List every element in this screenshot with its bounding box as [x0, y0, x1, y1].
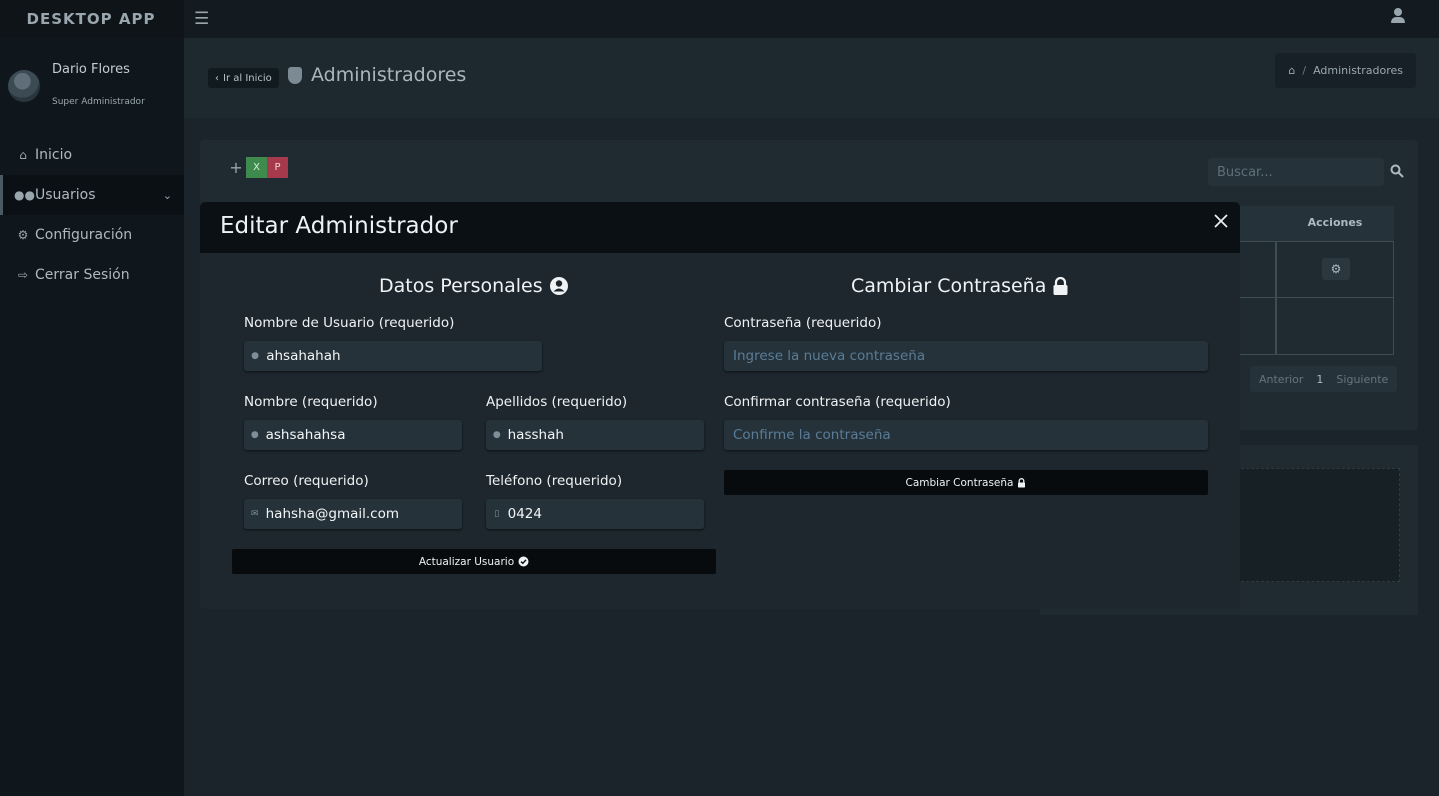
gear-icon: ⚙	[17, 228, 29, 242]
change-password-title: Cambiar Contraseña	[851, 275, 1069, 297]
user-name: Dario Flores	[52, 62, 130, 77]
sidebar-item-label: Usuarios	[35, 187, 96, 203]
export-excel-button[interactable]: X	[246, 157, 267, 178]
personal-data-title-text: Datos Personales	[379, 275, 543, 297]
new-password-input[interactable]	[724, 348, 1208, 364]
user-panel: Dario Flores Super Administrador	[0, 58, 184, 118]
page-title: Administradores	[311, 64, 467, 86]
phone-icon: ▯	[494, 509, 500, 519]
modal-title: Editar Administrador	[220, 213, 458, 239]
modal-header: Editar Administrador	[200, 202, 1240, 253]
close-icon[interactable]	[1214, 214, 1228, 228]
breadcrumb: ⌂ / Administradores	[1275, 53, 1416, 88]
confirm-password-input[interactable]	[724, 427, 1208, 443]
update-user-button[interactable]: Actualizar Usuario	[232, 549, 716, 574]
content-header: ‹ Ir al Inicio Administradores ⌂ / Admin…	[184, 38, 1439, 118]
topbar: ☰	[184, 0, 1439, 38]
sidebar-nav: ⌂ Inicio ●● Usuarios ⌄ ⚙ Configuración ⇨…	[0, 135, 184, 295]
username-field[interactable]: ●	[244, 341, 542, 371]
lock-icon	[1018, 477, 1026, 487]
phone-label: Teléfono (requerido)	[486, 473, 623, 489]
menu-toggle-icon[interactable]: ☰	[194, 9, 209, 29]
confirm-password-field[interactable]	[724, 420, 1208, 450]
first-name-field[interactable]: ●	[244, 420, 462, 450]
confirm-password-label: Confirmar contraseña (requerido)	[724, 394, 951, 410]
first-name-label: Nombre (requerido)	[244, 394, 378, 410]
last-name-label: Apellidos (requerido)	[486, 394, 628, 410]
avatar	[8, 70, 40, 102]
pagination-prev[interactable]: Anterior	[1250, 373, 1312, 386]
chevron-left-icon: ‹	[215, 72, 219, 84]
export-pdf-button[interactable]: P	[267, 157, 288, 178]
email-label: Correo (requerido)	[244, 473, 369, 489]
phone-input[interactable]	[507, 506, 704, 522]
gear-icon: ⚙	[1330, 262, 1342, 276]
user-icon: ●	[250, 430, 259, 440]
user-menu-icon[interactable]	[1391, 8, 1405, 24]
sidebar-item-configuracion[interactable]: ⚙ Configuración	[0, 215, 184, 255]
first-name-input[interactable]	[265, 427, 462, 443]
update-user-button-label: Actualizar Usuario	[418, 555, 515, 568]
sidebar-item-label: Configuración	[35, 227, 133, 243]
change-password-button-label: Cambiar Contraseña	[905, 476, 1014, 489]
check-circle-icon	[518, 556, 529, 567]
column-header-acciones: Acciones	[1307, 216, 1363, 229]
user-circle-icon	[549, 277, 568, 295]
sidebar: DESKTOP APP Dario Flores Super Administr…	[0, 0, 184, 796]
new-password-field[interactable]	[724, 341, 1208, 371]
brand-logo[interactable]: DESKTOP APP	[0, 0, 184, 38]
back-to-home-button[interactable]: ‹ Ir al Inicio	[208, 68, 279, 88]
last-name-input[interactable]	[507, 427, 704, 443]
home-icon[interactable]: ⌂	[1288, 64, 1295, 77]
user-icon: ●	[251, 351, 260, 361]
user-role: Super Administrador	[52, 97, 145, 107]
users-icon: ●●	[14, 188, 35, 202]
user-icon: ●	[492, 430, 501, 440]
search-input[interactable]	[1208, 158, 1384, 186]
sidebar-item-inicio[interactable]: ⌂ Inicio	[0, 135, 184, 175]
email-icon: ✉	[251, 509, 259, 519]
chevron-down-icon[interactable]: ⌄	[163, 189, 172, 202]
change-password-title-text: Cambiar Contraseña	[851, 275, 1047, 297]
pagination: Anterior 1 Siguiente	[1250, 366, 1398, 392]
sidebar-item-label: Cerrar Sesión	[35, 267, 130, 283]
change-password-button[interactable]: Cambiar Contraseña	[724, 470, 1208, 495]
edit-admin-modal: Editar Administrador Datos Personales No…	[200, 202, 1240, 609]
breadcrumb-current: Administradores	[1313, 64, 1403, 77]
personal-data-title: Datos Personales	[379, 275, 569, 297]
email-input[interactable]	[265, 506, 462, 522]
last-name-field[interactable]: ●	[486, 420, 704, 450]
pagination-next[interactable]: Siguiente	[1327, 373, 1397, 386]
admin-table: Acciones	[1238, 206, 1394, 355]
admin-badge-icon	[288, 66, 302, 84]
add-button[interactable]: +	[226, 158, 246, 177]
new-password-label: Contraseña (requerido)	[724, 315, 882, 331]
back-label: Ir al Inicio	[223, 72, 272, 84]
search-icon[interactable]	[1390, 164, 1404, 178]
email-field[interactable]: ✉	[244, 499, 462, 529]
row-settings-button[interactable]: ⚙	[1322, 258, 1350, 280]
sign-out-icon: ⇨	[17, 268, 29, 282]
lock-icon	[1053, 276, 1068, 295]
sidebar-item-label: Inicio	[35, 147, 73, 163]
pagination-page[interactable]: 1	[1312, 373, 1327, 386]
username-label: Nombre de Usuario (requerido)	[244, 315, 455, 331]
home-icon: ⌂	[19, 148, 27, 162]
sidebar-item-usuarios[interactable]: ●● Usuarios ⌄	[0, 175, 184, 215]
username-input[interactable]	[266, 348, 542, 364]
sidebar-item-cerrar-sesion[interactable]: ⇨ Cerrar Sesión	[0, 255, 184, 295]
phone-field[interactable]: ▯	[486, 499, 704, 529]
